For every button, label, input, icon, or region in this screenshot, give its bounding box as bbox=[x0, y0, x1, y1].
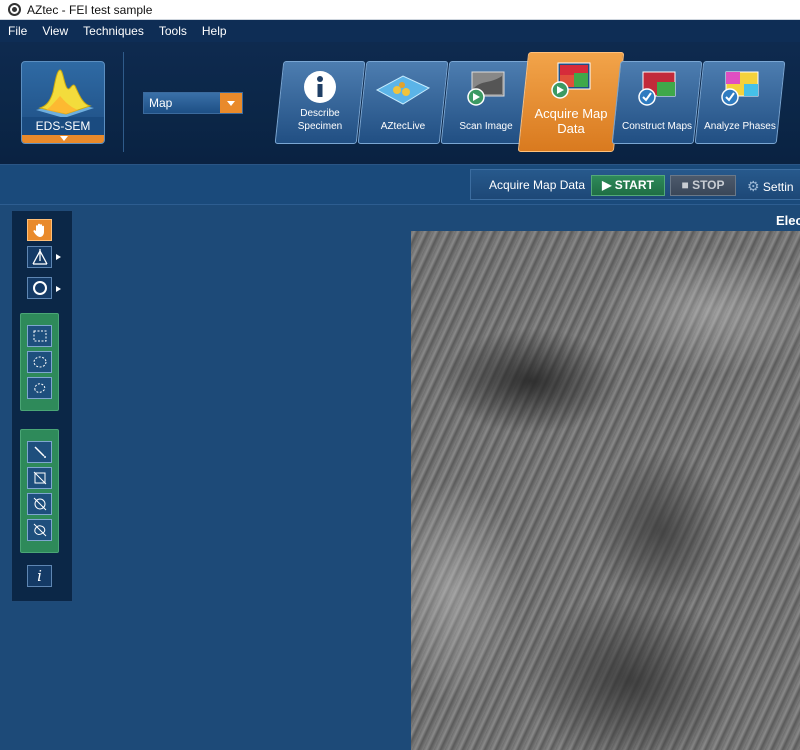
menu-bar: File View Techniques Tools Help bbox=[0, 20, 800, 42]
flyout-arrow-icon[interactable] bbox=[56, 286, 61, 292]
step-label: Analyze Phases bbox=[704, 121, 776, 132]
analyze-phases-icon bbox=[721, 71, 759, 106]
technique-selector[interactable]: EDS-SEM bbox=[21, 61, 105, 144]
line-icon bbox=[33, 446, 46, 458]
linescan-tool-group bbox=[20, 429, 59, 553]
circle-icon bbox=[32, 281, 47, 295]
freehand-select-icon bbox=[33, 383, 45, 393]
ellipse-select-button[interactable] bbox=[27, 351, 52, 373]
info-icon bbox=[304, 71, 336, 103]
point-tool-button[interactable] bbox=[27, 277, 52, 299]
acquire-controls: Acquire Map Data ▶ START ■ STOP ⚙ Settin bbox=[470, 169, 800, 200]
scan-icon bbox=[467, 71, 505, 106]
beam-icon bbox=[31, 249, 48, 265]
title-bar: AZtec - FEI test sample bbox=[0, 0, 800, 20]
image-panel-title: Elec bbox=[776, 213, 800, 228]
menu-help[interactable]: Help bbox=[202, 24, 227, 38]
rectangle-select-icon bbox=[33, 330, 46, 342]
step-label: Acquire Map Data bbox=[534, 106, 608, 136]
step-label: Scan Image bbox=[459, 121, 513, 132]
focus-tool-button[interactable] bbox=[27, 246, 52, 268]
rectangle-draw-button[interactable] bbox=[27, 467, 52, 489]
construct-maps-icon bbox=[638, 71, 676, 106]
pan-tool-button[interactable] bbox=[27, 219, 52, 241]
ellipse-draw-icon bbox=[33, 497, 46, 511]
selection-tool-group bbox=[20, 313, 59, 411]
chevron-down-icon bbox=[220, 93, 242, 113]
play-icon: ▶ bbox=[602, 178, 615, 192]
ellipse-select-icon bbox=[33, 356, 46, 368]
acquire-label: Acquire Map Data bbox=[489, 178, 586, 192]
freehand-select-button[interactable] bbox=[27, 377, 52, 399]
step-describe-specimen[interactable]: Describe Specimen bbox=[274, 61, 366, 144]
tool-palette: i bbox=[11, 210, 73, 602]
workflow-ribbon: EDS-SEM Map Describe Specimen AZtecLive bbox=[0, 42, 800, 165]
technique-label: EDS-SEM bbox=[22, 117, 104, 136]
flyout-arrow-icon[interactable] bbox=[56, 254, 61, 260]
menu-file[interactable]: File bbox=[8, 24, 27, 38]
mode-dropdown[interactable]: Map bbox=[143, 92, 243, 114]
acquire-map-icon bbox=[551, 62, 591, 99]
gear-icon: ⚙ bbox=[747, 178, 760, 194]
freehand-draw-icon bbox=[33, 523, 46, 537]
stop-button[interactable]: ■ STOP bbox=[670, 175, 736, 196]
step-label: Describe Specimen bbox=[297, 108, 343, 132]
step-label: Construct Maps bbox=[621, 121, 693, 132]
rectangle-select-button[interactable] bbox=[27, 325, 52, 347]
step-construct-maps[interactable]: Construct Maps bbox=[611, 61, 703, 144]
menu-tools[interactable]: Tools bbox=[159, 24, 187, 38]
menu-view[interactable]: View bbox=[42, 24, 68, 38]
stop-icon: ■ bbox=[681, 178, 693, 192]
spectrum-icon bbox=[36, 69, 94, 118]
ellipse-draw-button[interactable] bbox=[27, 493, 52, 515]
technique-dropdown-arrow[interactable] bbox=[22, 135, 104, 143]
menu-techniques[interactable]: Techniques bbox=[83, 24, 144, 38]
step-label: AZtecLive bbox=[380, 121, 426, 132]
step-scan-image[interactable]: Scan Image bbox=[440, 61, 532, 144]
acquisition-toolbar: Acquire Map Data ▶ START ■ STOP ⚙ Settin bbox=[0, 165, 800, 205]
mode-value: Map bbox=[149, 96, 173, 110]
info-tool-button[interactable]: i bbox=[27, 565, 52, 587]
line-tool-button[interactable] bbox=[27, 441, 52, 463]
info-italic-icon: i bbox=[37, 567, 42, 585]
step-analyze-phases[interactable]: Analyze Phases bbox=[694, 61, 786, 144]
start-button[interactable]: ▶ START bbox=[591, 175, 665, 196]
window-title: AZtec - FEI test sample bbox=[27, 2, 153, 17]
freehand-draw-button[interactable] bbox=[27, 519, 52, 541]
step-aztec-live[interactable]: AZtecLive bbox=[357, 61, 449, 144]
hand-icon bbox=[32, 223, 44, 237]
step-acquire-map-data[interactable]: Acquire Map Data bbox=[517, 52, 625, 152]
electron-image[interactable] bbox=[411, 231, 800, 750]
ribbon-divider bbox=[123, 52, 124, 152]
rectangle-draw-icon bbox=[33, 471, 46, 485]
settings-button[interactable]: ⚙ Settin bbox=[747, 178, 794, 195]
app-icon bbox=[8, 3, 21, 16]
live-icon bbox=[375, 75, 431, 105]
